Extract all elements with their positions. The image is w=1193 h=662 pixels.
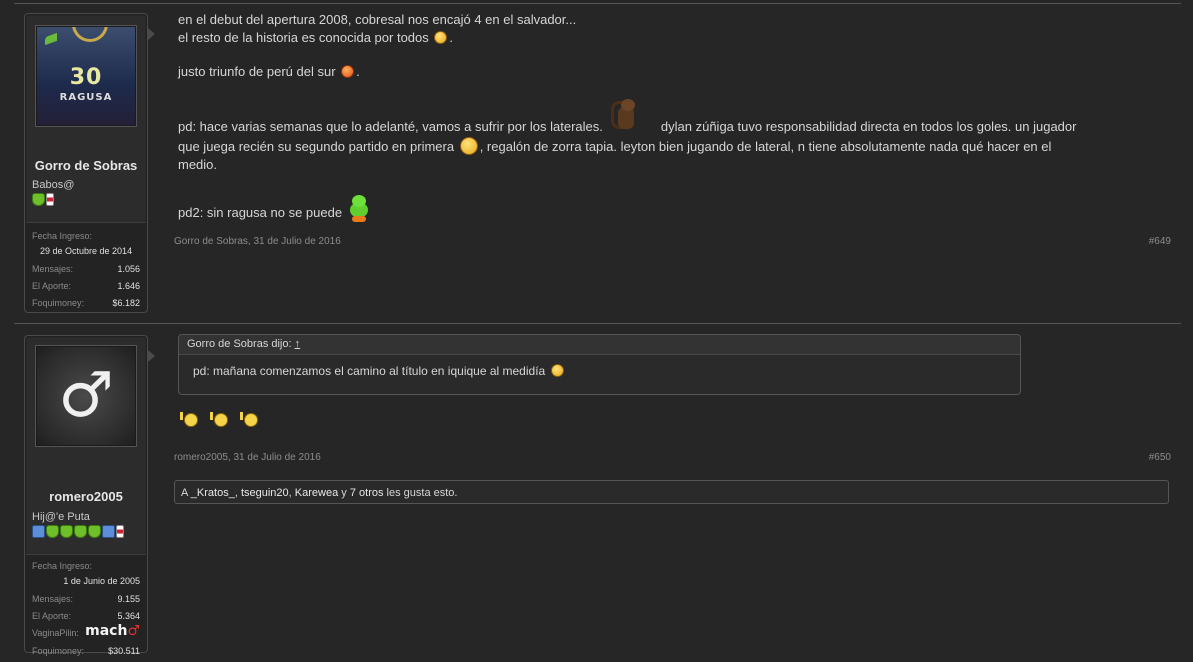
message-line: en el debut del apertura 2008, cobresal … <box>178 12 577 27</box>
flag-icon <box>116 525 124 538</box>
messages-label: Mensajes: <box>32 594 74 604</box>
join-label: Fecha Ingreso: <box>32 231 93 241</box>
message-line: el resto de la historia es conocida por … <box>178 30 454 45</box>
like-user-link[interactable]: Karewea <box>295 487 338 499</box>
messages-value[interactable]: 9.155 <box>117 594 140 604</box>
money-label: Foquimoney: <box>32 298 85 308</box>
user-stats: Fecha Ingreso: 1 de Junio de 2005 Mensaj… <box>26 554 146 656</box>
blue-shield-icon <box>102 525 115 538</box>
aporte-value: 5.364 <box>117 611 140 621</box>
pointing-laugh-icon <box>210 412 228 428</box>
post-649: 30 RAGUSA Gorro de Sobras Babos@ Fecha I… <box>14 0 1181 323</box>
flag-icon <box>46 193 54 206</box>
pirate-smiley-icon <box>434 31 448 44</box>
quote-author: Gorro de Sobras dijo: <box>187 338 292 350</box>
messages-label: Mensajes: <box>32 264 74 274</box>
message-body: pd: hace varias semanas que lo adelanté,… <box>178 99 1168 174</box>
laughing-smiley-icon <box>459 137 478 155</box>
card-pointer <box>148 28 155 40</box>
male-symbol-icon: ♂ <box>58 357 114 431</box>
message-body: pd2: sin ragusa no se puede <box>178 195 372 223</box>
message-body: justo triunfo de perú del sur . <box>178 64 360 79</box>
likes-summary: A _Kratos_, tseguin20, Karewea y 7 otros… <box>174 480 1169 504</box>
user-card: 30 RAGUSA Gorro de Sobras Babos@ Fecha I… <box>24 13 155 313</box>
vaginapilin-label: VaginaPilin: <box>32 628 79 638</box>
money-value: $6.182 <box>112 298 140 308</box>
user-stats: Fecha Ingreso: 29 de Octubre de 2014 Men… <box>26 222 146 311</box>
user-card: ♂ romero2005 Hij@'e Puta Fecha Ingreso: … <box>24 335 155 656</box>
join-label: Fecha Ingreso: <box>32 561 93 571</box>
green-shield-icon <box>46 525 59 538</box>
user-title: Babos@ <box>32 179 75 191</box>
join-value: 1 de Junio de 2005 <box>63 576 140 586</box>
like-others-link[interactable]: 7 otros <box>350 487 384 499</box>
like-user-link[interactable]: tseguin20 <box>241 487 289 499</box>
green-shield-icon <box>60 525 73 538</box>
post-meta[interactable]: romero2005, 31 de Julio de 2016 <box>174 452 321 463</box>
pointing-laugh-icon <box>180 412 198 428</box>
post-number-link[interactable]: #649 <box>1149 236 1171 247</box>
username[interactable]: Gorro de Sobras <box>25 158 147 173</box>
quote-block: Gorro de Sobras dijo: ↑ pd: mañana comen… <box>178 334 1021 395</box>
badges <box>32 525 124 538</box>
message-body: en el debut del apertura 2008, cobresal … <box>178 11 576 47</box>
aporte-label: El Aporte: <box>32 611 72 621</box>
user-title: Hij@'e Puta <box>32 511 90 523</box>
post-number-link[interactable]: #650 <box>1149 452 1171 463</box>
money-label: Foquimoney: <box>32 646 85 656</box>
smiley-icon <box>341 65 355 78</box>
green-shield-icon <box>88 525 101 538</box>
green-shield-icon <box>74 525 87 538</box>
messages-value[interactable]: 1.056 <box>117 264 140 274</box>
like-user-link[interactable]: _Kratos_ <box>191 487 235 499</box>
green-shield-icon <box>32 193 45 206</box>
avatar[interactable]: 30 RAGUSA <box>35 25 137 127</box>
jersey-name: RAGUSA <box>59 92 113 103</box>
blue-shield-icon <box>32 525 45 538</box>
avatar[interactable]: ♂ <box>35 345 137 447</box>
vaginapilin-value: mach♂ <box>85 623 140 639</box>
shocked-smiley-icon <box>550 364 564 377</box>
username[interactable]: romero2005 <box>25 489 147 504</box>
post-650: ♂ romero2005 Hij@'e Puta Fecha Ingreso: … <box>14 324 1181 662</box>
join-value: 29 de Octubre de 2014 <box>40 246 133 256</box>
aporte-value: 1.646 <box>117 281 140 291</box>
quote-text: pd: mañana comenzamos el camino al títul… <box>179 355 1020 378</box>
monkey-icon <box>609 99 643 137</box>
post-meta[interactable]: Gorro de Sobras, 31 de Julio de 2016 <box>174 236 341 247</box>
aporte-label: El Aporte: <box>32 281 72 291</box>
yoshi-icon <box>346 195 372 223</box>
jersey-number: 30 <box>69 65 103 90</box>
male-symbol-icon: ♂ <box>127 623 140 639</box>
pointing-laugh-icon <box>240 412 258 428</box>
quote-header: Gorro de Sobras dijo: ↑ <box>179 335 1020 355</box>
laughing-smileys <box>180 412 258 428</box>
card-pointer <box>148 350 155 362</box>
money-value: $30.511 <box>108 646 140 656</box>
quote-jump-link[interactable]: ↑ <box>295 338 301 350</box>
badges <box>32 193 54 206</box>
